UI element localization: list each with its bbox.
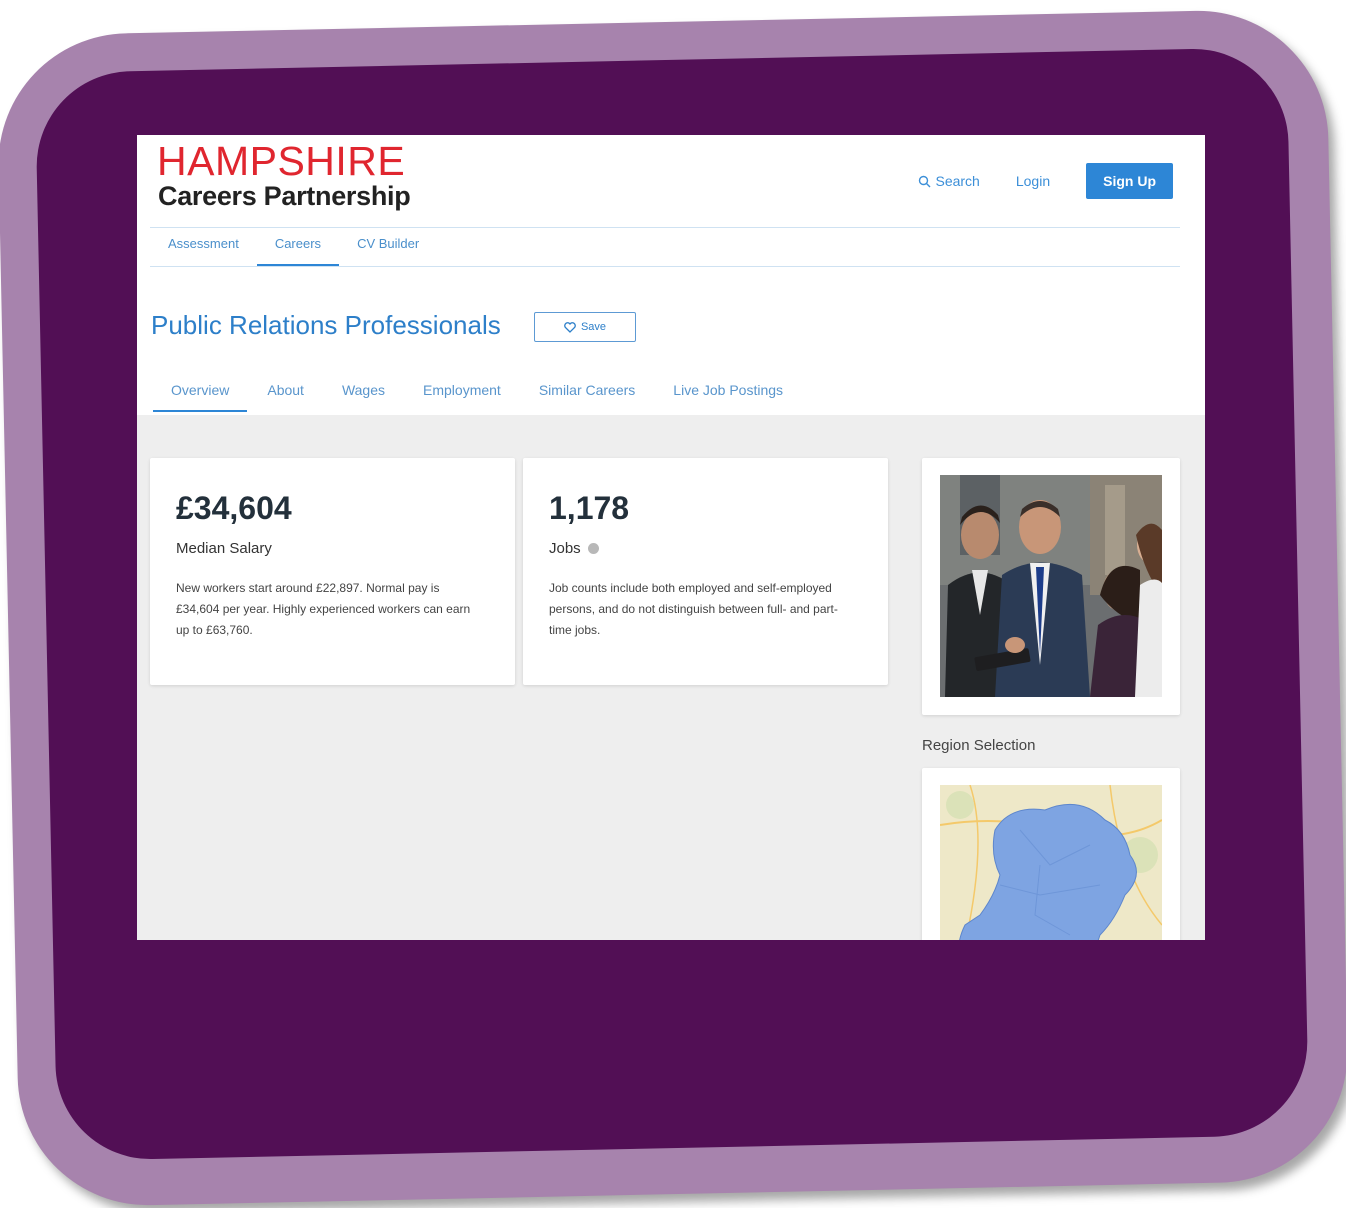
tab-similar-careers[interactable]: Similar Careers [521,373,653,407]
photo-card [922,458,1180,715]
tab-wages[interactable]: Wages [324,373,403,407]
tab-live-job-postings[interactable]: Live Job Postings [655,373,801,407]
salary-value: £34,604 [176,490,292,526]
search-label: Search [935,173,980,189]
search-icon [919,175,931,187]
business-people-photo [940,475,1162,697]
jobs-description: Job counts include both employed and sel… [549,581,838,637]
jobs-value: 1,178 [549,490,630,526]
heart-icon [564,321,576,333]
tab-about[interactable]: About [249,373,322,407]
header-actions: Search Login Sign Up [918,163,1173,199]
search-link[interactable]: Search [918,173,980,189]
jobs-label: Jobs [549,540,581,557]
save-label: Save [580,321,607,333]
page-title: Public Relations Professionals [151,310,501,340]
logo-title-bottom: Careers Partnership [158,181,411,211]
top-nav-careers[interactable]: Careers [256,228,340,266]
tab-overview[interactable]: Overview [153,373,248,412]
top-nav-cv-builder[interactable]: CV Builder [339,228,437,266]
top-nav-assessment[interactable]: Assessment [150,228,257,266]
content-area: £34,604 Median Salary New workers start … [137,415,1205,940]
jobs-label-row: Jobs [549,540,599,557]
map-card[interactable] [922,768,1180,940]
jobs-card: 1,178 Jobs Job counts include both emplo… [523,458,888,685]
hampshire-region-map[interactable] [940,785,1162,940]
login-link[interactable]: Login [1016,173,1050,189]
salary-card: £34,604 Median Salary New workers start … [150,458,515,685]
logo-title-top: HAMPSHIRE [157,138,406,184]
region-selection-label: Region Selection [922,737,1036,754]
sign-up-button[interactable]: Sign Up [1086,163,1173,199]
salary-description: New workers start around £22,897. Normal… [176,581,471,637]
career-tabs: Overview About Wages Employment Similar … [153,373,803,412]
site-logo[interactable]: HAMPSHIRE Careers Partnership [157,138,411,212]
salary-label: Median Salary [176,540,272,557]
tab-employment[interactable]: Employment [405,373,519,407]
save-button[interactable]: Save [534,312,636,342]
browser-screen: HAMPSHIRE Careers Partnership Search Log… [137,135,1205,940]
top-nav: Assessment Careers CV Builder [150,227,1180,267]
info-icon[interactable] [587,543,599,554]
